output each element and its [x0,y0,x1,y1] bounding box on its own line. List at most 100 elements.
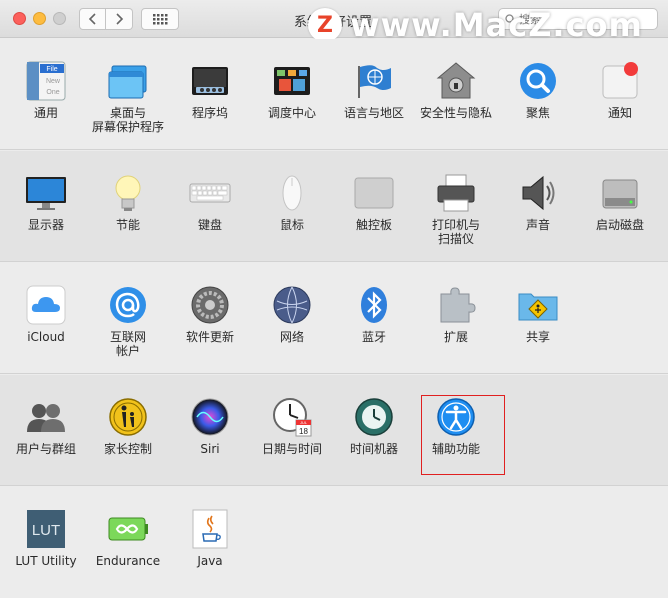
svg-text:File: File [46,66,57,73]
pane-java[interactable]: Java [169,487,251,598]
bluetooth-icon [353,284,395,326]
pane-siri[interactable]: Siri [169,375,251,486]
pane-label: 家长控制 [103,442,152,456]
pane-label: 用户与群组 [15,442,76,456]
pane-mouse[interactable]: 鼠标 [251,151,333,262]
pane-security-privacy[interactable]: 安全性与隐私 [415,39,497,150]
sound-icon [517,172,559,214]
pane-accessibility[interactable]: 辅助功能 [415,375,497,486]
pane-label: 打印机与 扫描仪 [431,218,480,246]
software-update-icon [189,284,231,326]
forward-button[interactable] [106,8,133,30]
users-groups-icon [25,396,67,438]
mission-control-icon [271,60,313,102]
system-preferences-window: 系统偏好设置 Z www.MacZ.com File New One 通 [0,0,668,598]
window-title: 系统偏好设置 [294,15,373,30]
pane-software-update[interactable]: 软件更新 [169,263,251,374]
svg-text:18: 18 [299,427,308,436]
pane-label: 辅助功能 [431,442,480,456]
pane-label: 程序坞 [191,106,228,120]
security-privacy-icon [435,60,477,102]
pane-label: 日期与时间 [261,442,322,456]
search-icon [505,13,516,24]
pane-icloud[interactable]: iCloud [5,263,87,374]
pane-label: 桌面与 屏幕保护程序 [91,106,164,134]
notifications-icon [599,60,641,102]
pane-sharing[interactable]: 共享 [497,263,579,374]
pane-endurance[interactable]: Endurance [87,487,169,598]
extensions-icon [435,284,477,326]
pane-lut-utility[interactable]: LUT LUT Utility [5,487,87,598]
search-field[interactable] [498,8,658,30]
svg-text:JUL: JUL [300,420,308,425]
pane-time-machine[interactable]: 时间机器 [333,375,415,486]
desktop-screensaver-icon [107,60,149,102]
pane-printers-scanners[interactable]: 打印机与 扫描仪 [415,151,497,262]
network-icon [271,284,313,326]
pane-parental-controls[interactable]: 家长控制 [87,375,169,486]
pane-bluetooth[interactable]: 蓝牙 [333,263,415,374]
pane-spotlight[interactable]: 聚焦 [497,39,579,150]
pane-desktop-screensaver[interactable]: 桌面与 屏幕保护程序 [87,39,169,150]
pane-sound[interactable]: 声音 [497,151,579,262]
title-bar: 系统偏好设置 Z www.MacZ.com [0,0,668,44]
accessibility-icon [435,396,477,438]
time-machine-icon [353,396,395,438]
pane-label: LUT Utility [15,554,77,568]
pane-label: Endurance [95,554,161,568]
pane-keyboard[interactable]: 键盘 [169,151,251,262]
back-button[interactable] [79,8,106,30]
show-all-button[interactable] [141,8,179,30]
svg-text:One: One [46,89,59,96]
printers-scanners-icon [435,172,477,214]
pane-label: 安全性与隐私 [419,106,492,120]
internet-accounts-icon [107,284,149,326]
icloud-icon [25,284,67,326]
svg-text:LUT: LUT [32,522,60,539]
displays-icon [25,172,67,214]
minimize-window-button[interactable] [33,12,46,25]
pane-extensions[interactable]: 扩展 [415,263,497,374]
spotlight-icon [517,60,559,102]
dock-icon [189,60,231,102]
pane-language-region[interactable]: 语言与地区 [333,39,415,150]
pane-dock[interactable]: 程序坞 [169,39,251,150]
startup-disk-icon [599,172,641,214]
pane-label: 网络 [279,330,304,344]
mouse-icon [271,172,313,214]
pane-label: iCloud [27,330,65,344]
pane-label: 启动磁盘 [595,218,644,232]
pane-energy-saver[interactable]: 节能 [87,151,169,262]
preferences-section-hardware: 显示器 节能 键盘 鼠标 触控板 打印机与 扫描仪 声音 启动磁盘 [0,151,668,262]
keyboard-icon [189,172,231,214]
pane-general[interactable]: File New One 通用 [5,39,87,150]
svg-text:New: New [46,78,61,85]
pane-mission-control[interactable]: 调度中心 [251,39,333,150]
pane-network[interactable]: 网络 [251,263,333,374]
chevron-right-icon [116,13,124,25]
energy-saver-icon [107,172,149,214]
pane-users-groups[interactable]: 用户与群组 [5,375,87,486]
sharing-icon [517,284,559,326]
pane-date-time[interactable]: JUL 18 日期与时间 [251,375,333,486]
pane-label: 通知 [607,106,632,120]
chevron-left-icon [88,13,96,25]
pane-label: 调度中心 [267,106,316,120]
pane-label: 通用 [33,106,58,120]
pane-startup-disk[interactable]: 启动磁盘 [579,151,661,262]
pane-label: 声音 [525,218,550,232]
preferences-section-personal: File New One 通用 桌面与 屏幕保护程序 程序坞 调度中心 语言与地… [0,39,668,150]
pane-label: 鼠标 [279,218,304,232]
siri-icon [189,396,231,438]
java-icon [189,508,231,550]
pane-internet-accounts[interactable]: 互联网 帐户 [87,263,169,374]
date-time-icon: JUL 18 [271,396,313,438]
search-input[interactable] [519,12,649,26]
pane-trackpad[interactable]: 触控板 [333,151,415,262]
pane-label: 显示器 [27,218,64,232]
pane-notifications[interactable]: 通知 [579,39,661,150]
close-window-button[interactable] [13,12,26,25]
preferences-section-other: LUT LUT Utility Endurance Java [0,487,668,598]
pane-displays[interactable]: 显示器 [5,151,87,262]
zoom-window-button[interactable] [53,12,66,25]
